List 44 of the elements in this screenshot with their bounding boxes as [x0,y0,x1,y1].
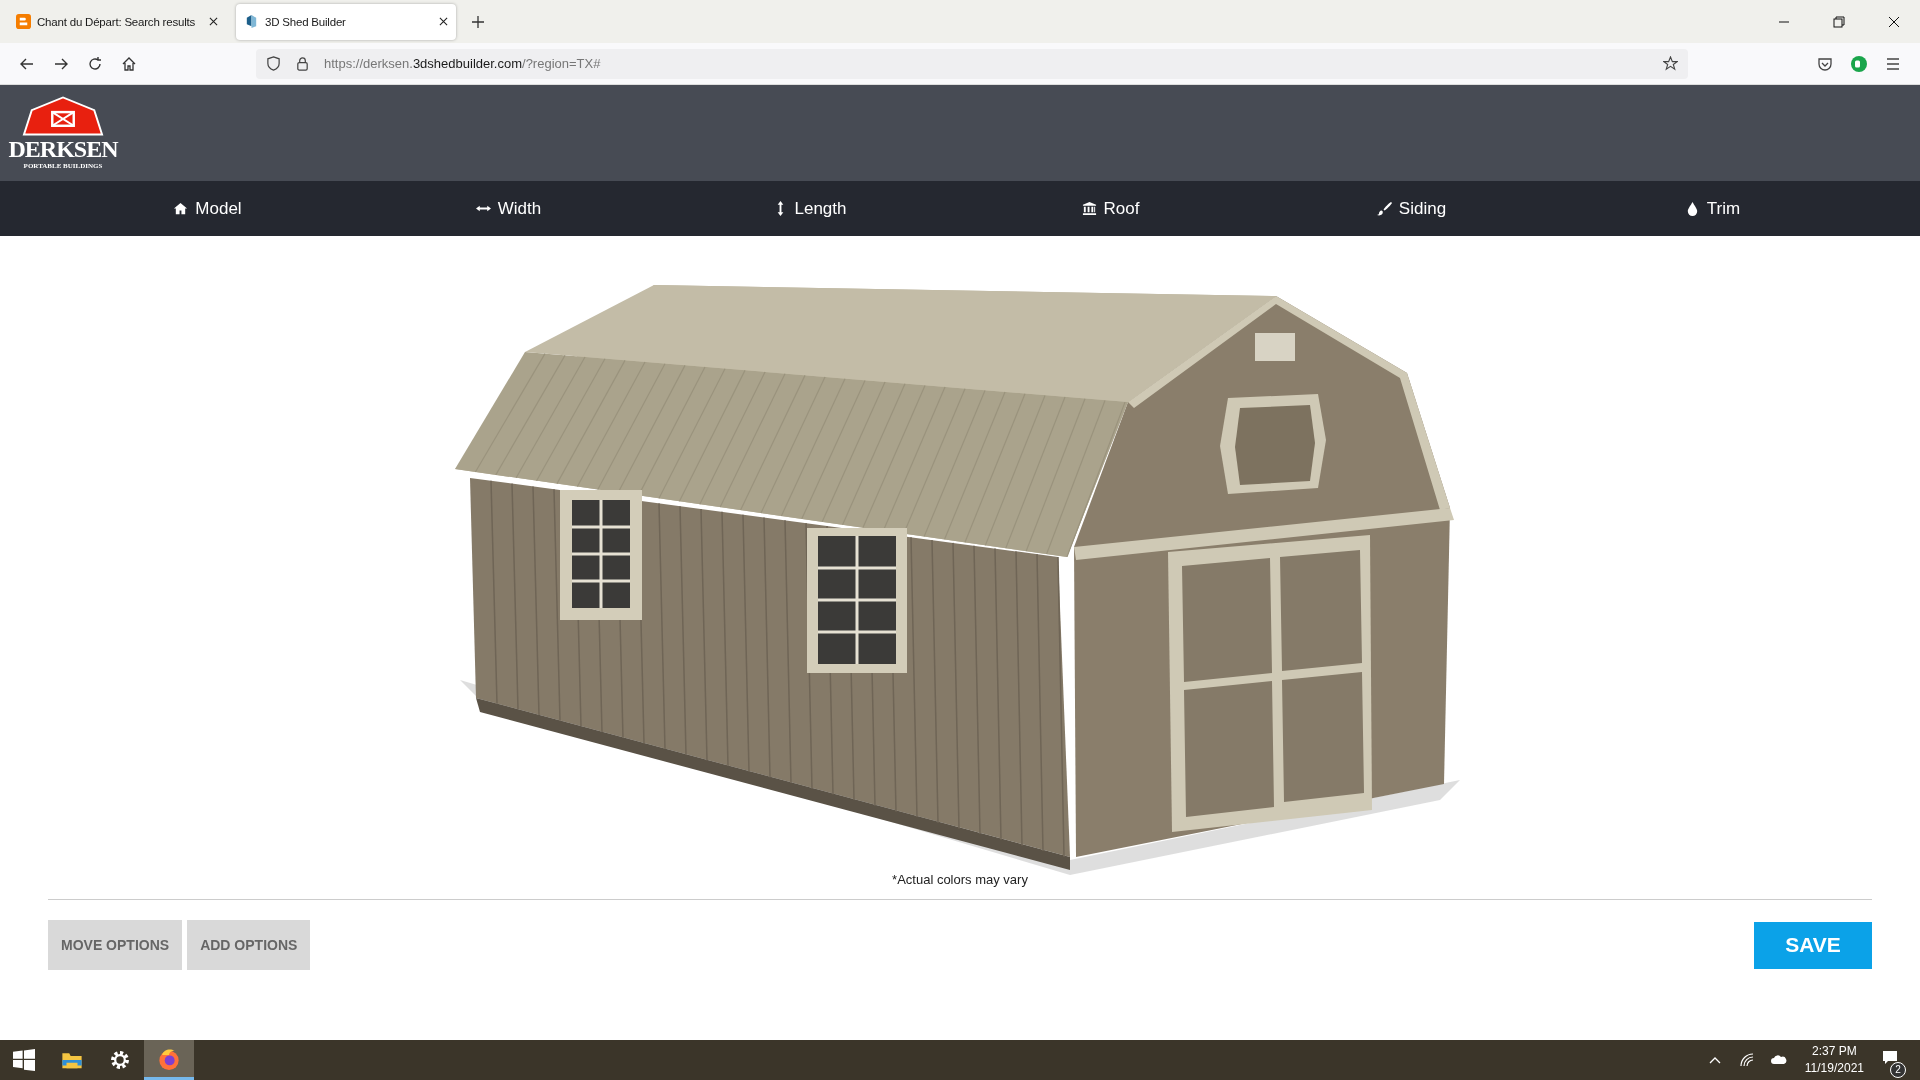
clock[interactable]: 2:37 PM 11/19/2021 [1804,1043,1864,1077]
new-tab-icon[interactable] [472,15,484,28]
menu-icon[interactable] [1885,55,1901,72]
close-icon[interactable] [1888,15,1900,28]
browser-tab[interactable]: Chant du Départ: Search results [8,3,226,40]
clock-time: 2:37 PM [1812,1043,1857,1060]
reload-icon[interactable] [87,55,103,72]
close-icon[interactable] [209,17,218,26]
settings-icon [109,1049,131,1071]
columns-building-icon [1081,201,1097,216]
wifi-icon[interactable] [1738,1052,1755,1068]
extension-icon[interactable] [1851,55,1867,72]
tab-title: Chant du Départ: Search results [37,15,197,28]
clock-date: 11/19/2021 [1804,1060,1864,1077]
nav-item[interactable]: Width [358,198,659,219]
options-button[interactable]: MOVE OPTIONS [48,920,183,970]
address-bar[interactable]: https://derksen.3dshedbuilder.com/?region=TX# [256,48,1688,79]
windows-logo-icon [13,1049,35,1071]
shed-logo-icon [244,14,259,29]
brush-icon [1376,201,1392,216]
lock-icon [295,56,310,71]
star-icon[interactable] [1663,56,1678,71]
tab-title: 3D Shed Builder [265,15,347,28]
disclaimer-text: *Actual colors may vary [892,872,1028,887]
pocket-icon[interactable] [1817,55,1833,72]
fox-globe-icon [158,1047,180,1070]
shield-icon [266,56,281,71]
nav-item[interactable]: Siding [1261,198,1562,219]
barn-logo-icon [22,95,104,136]
browser-tab[interactable]: 3D Shed Builder [236,3,456,40]
restore-icon[interactable] [1833,15,1845,28]
close-icon[interactable] [439,17,448,26]
blog-icon [16,14,31,29]
notification-badge: 2 [1890,1062,1906,1078]
nav-item[interactable]: Model [57,198,358,219]
home-icon[interactable] [121,55,137,72]
url-text: https://derksen.3dshedbuilder.com/?region=TX# [324,56,601,71]
options-button[interactable]: ADD OPTIONS [187,920,311,970]
nav-item[interactable]: Trim [1562,198,1863,219]
logo-name: DERKSEN [8,135,118,162]
notification-icon[interactable] [1882,1050,1898,1066]
home-icon [173,201,189,216]
nav-item[interactable]: Length [659,198,960,219]
nav-item[interactable]: Roof [960,198,1261,219]
